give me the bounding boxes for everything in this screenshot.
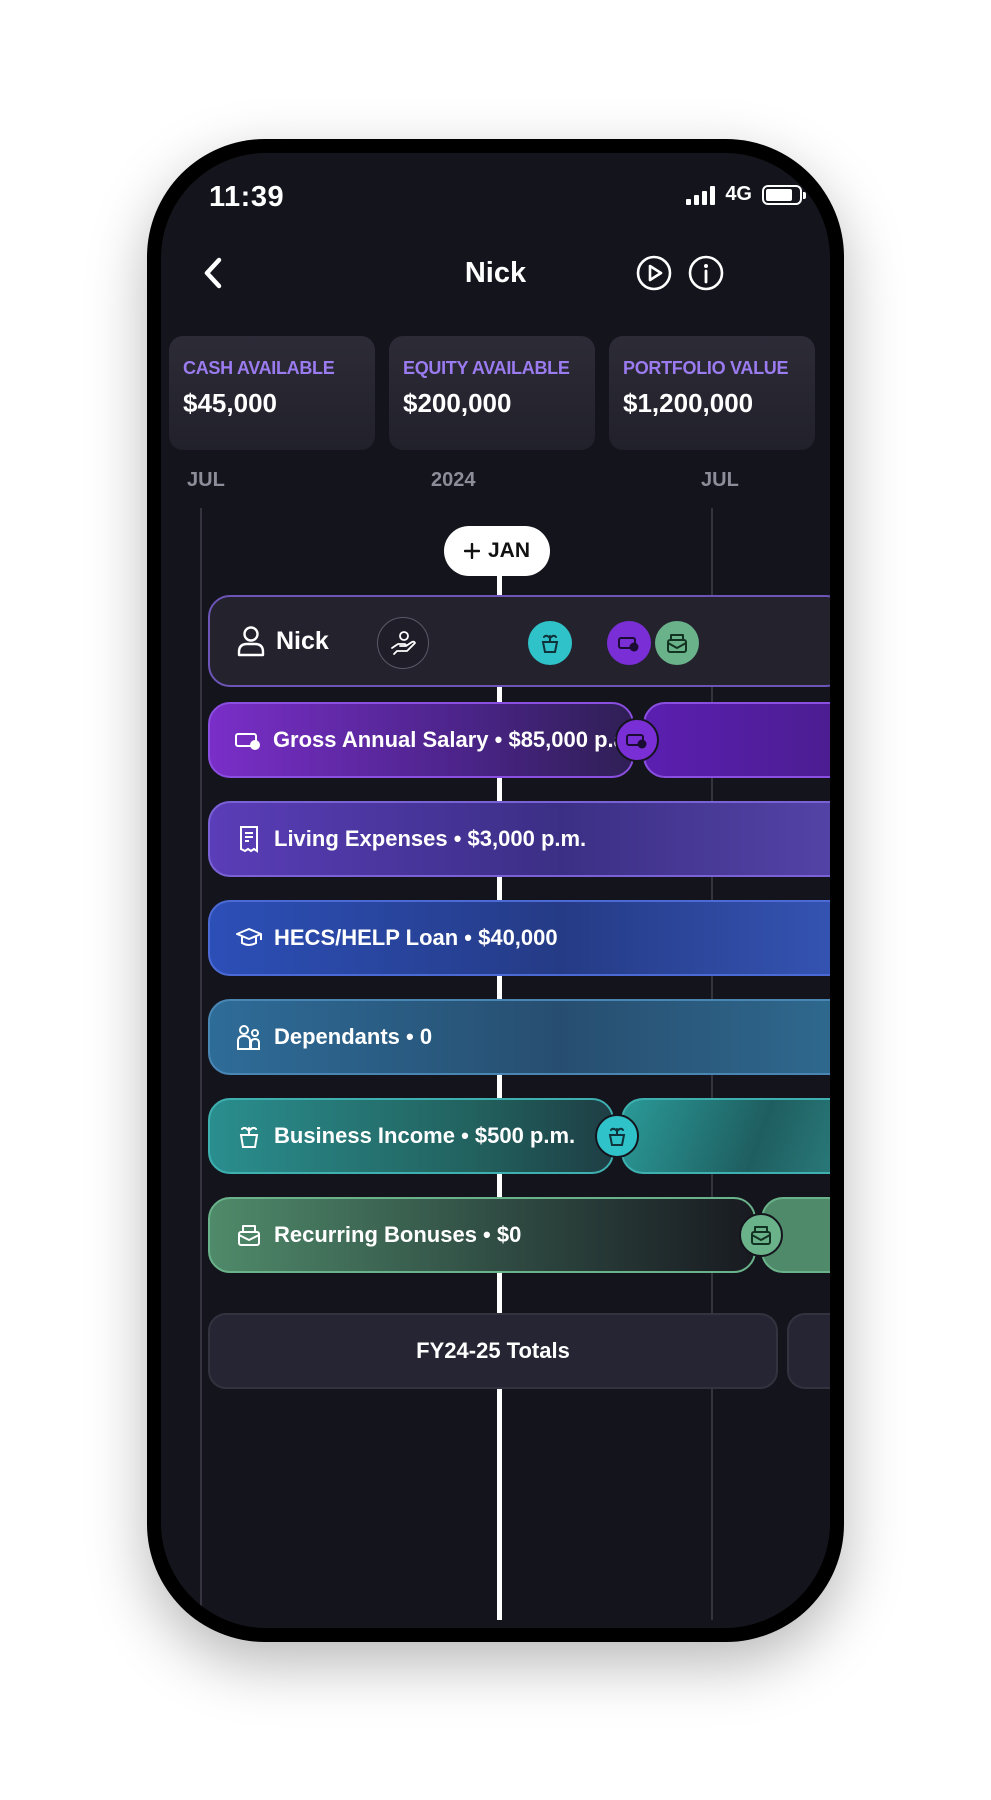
salary-event-badge[interactable] — [607, 621, 651, 665]
row-label: HECS/HELP Loan • $40,000 — [274, 925, 558, 950]
status-time: 11:39 — [209, 181, 285, 213]
stat-card-equity[interactable]: EQUITY AVAILABLE $200,000 — [389, 336, 595, 450]
phone-frame: 11:39 4G Nick CASH AVAILABLE $45,000 EQU… — [147, 139, 844, 1642]
business-income-row-next[interactable] — [621, 1098, 830, 1174]
cash-icon — [618, 637, 639, 652]
receipt-icon — [234, 824, 264, 854]
stat-card-cash[interactable]: CASH AVAILABLE $45,000 — [169, 336, 375, 450]
family-icon — [234, 1022, 264, 1052]
timeline-gridline-start — [200, 508, 202, 1620]
play-button[interactable] — [634, 253, 674, 293]
stat-value: $1,200,000 — [623, 388, 754, 418]
stat-label: EQUITY AVAILABLE — [403, 358, 570, 378]
signal-icon — [686, 185, 716, 205]
person-row[interactable]: Nick — [208, 595, 830, 687]
info-icon — [688, 255, 724, 291]
bonus-event-badge[interactable] — [655, 621, 699, 665]
play-icon — [636, 255, 672, 291]
axis-label-year: 2024 — [431, 469, 476, 491]
salary-row-next[interactable] — [643, 702, 830, 778]
plus-icon — [463, 543, 480, 559]
axis-label-start: JUL — [187, 469, 225, 491]
marker-label: JAN — [487, 539, 530, 562]
info-button[interactable] — [686, 253, 726, 293]
row-label: Business Income • $500 p.m. — [274, 1123, 576, 1148]
stat-label: PORTFOLIO VALUE — [623, 358, 789, 378]
add-event-jan-button[interactable]: JAN — [444, 526, 550, 576]
row-label: Recurring Bonuses • $0 — [274, 1222, 522, 1247]
row-label: Gross Annual Salary • $85,000 p.a. — [272, 727, 632, 752]
stats-cards: CASH AVAILABLE $45,000 EQUITY AVAILABLE … — [169, 336, 829, 450]
graduation-cap-icon — [234, 923, 264, 953]
user-icon — [236, 626, 266, 657]
row-label: Living Expenses • $3,000 p.m. — [274, 826, 587, 851]
fy-totals-button[interactable]: FY24-25 Totals — [208, 1313, 778, 1389]
network-label: 4G — [725, 183, 752, 205]
business-change-badge[interactable] — [595, 1114, 639, 1158]
stat-label: CASH AVAILABLE — [183, 358, 335, 378]
bonus-change-badge[interactable] — [739, 1213, 783, 1257]
stat-value: $200,000 — [403, 388, 512, 418]
totals-label: FY24-25 Totals — [416, 1338, 570, 1363]
status-icons: 4G — [686, 183, 806, 206]
income-hand-button[interactable] — [377, 617, 429, 669]
salary-change-badge[interactable] — [615, 718, 659, 762]
business-event-badge[interactable] — [528, 621, 572, 665]
hand-coin-icon — [391, 631, 416, 655]
person-name: Nick — [276, 626, 329, 655]
envelope-money-icon — [234, 1220, 264, 1250]
row-label: Dependants • 0 — [274, 1024, 433, 1049]
app-screen: 11:39 4G Nick CASH AVAILABLE $45,000 EQU… — [161, 153, 830, 1628]
cash-icon — [626, 734, 647, 749]
current-date-line — [497, 533, 502, 1620]
page-title: Nick — [464, 257, 527, 289]
plant-dollar-icon — [234, 1121, 264, 1151]
dependants-row[interactable]: Dependants • 0 — [208, 999, 830, 1075]
stat-value: $45,000 — [183, 388, 277, 418]
axis-label-end: JUL — [701, 469, 739, 491]
next-fy-totals-button[interactable] — [787, 1313, 830, 1389]
envelope-money-icon — [751, 1226, 771, 1245]
cash-icon — [234, 725, 263, 755]
salary-row[interactable]: Gross Annual Salary • $85,000 p.a. — [208, 702, 634, 778]
envelope-money-icon — [667, 634, 687, 653]
business-income-row[interactable]: Business Income • $500 p.m. — [208, 1098, 614, 1174]
plant-dollar-icon — [608, 1127, 626, 1146]
stat-card-portfolio[interactable]: PORTFOLIO VALUE $1,200,000 — [609, 336, 815, 450]
recurring-bonuses-row[interactable]: Recurring Bonuses • $0 — [208, 1197, 756, 1273]
hecs-loan-row[interactable]: HECS/HELP Loan • $40,000 — [208, 900, 830, 976]
living-expenses-row[interactable]: Living Expenses • $3,000 p.m. — [208, 801, 830, 877]
plant-dollar-icon — [541, 634, 559, 653]
battery-icon — [762, 184, 806, 205]
